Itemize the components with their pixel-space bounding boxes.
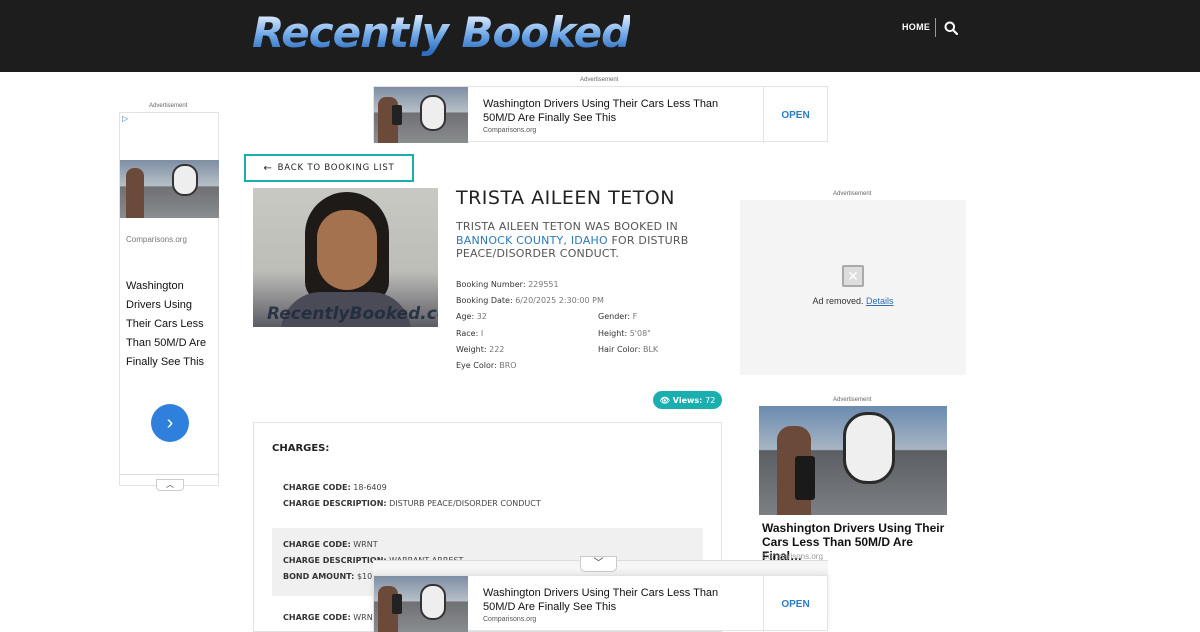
top-navigation-bar: Recently Booked HOME — [0, 0, 1200, 72]
race: Race: I — [456, 329, 484, 338]
ad-open-button[interactable]: OPEN — [763, 576, 827, 632]
booking-date: Booking Date: 6/20/2025 2:30:00 PM — [456, 296, 604, 305]
ad-title[interactable]: Washington Drivers Using Their Cars Less… — [126, 277, 218, 372]
ad-label-right-2: Advertisement — [833, 397, 872, 403]
eye-color: Eye Color: BRO — [456, 361, 517, 370]
back-to-booking-list-button[interactable]: ← BACK TO BOOKING LIST — [244, 154, 414, 182]
adchoices-icon[interactable]: ▷ — [122, 114, 128, 123]
chevron-up-icon[interactable]: ︿ — [156, 479, 184, 491]
ad-label-top: Advertisement — [580, 77, 619, 83]
site-logo[interactable]: Recently Booked — [252, 8, 631, 57]
ad-details-link[interactable]: Details — [866, 296, 894, 306]
charges-title: CHARGES: — [272, 443, 330, 454]
charge-item: CHARGE CODE: 18-6409 CHARGE DESCRIPTION:… — [283, 483, 541, 508]
nav-home-link[interactable]: HOME — [902, 22, 930, 32]
arrow-left-icon: ← — [263, 162, 273, 174]
nav-divider — [935, 18, 936, 37]
ad-sidebar-right[interactable]: Washington Drivers Using Their Cars Less… — [759, 406, 947, 563]
ad-thumbnail[interactable] — [374, 576, 468, 632]
ad-thumbnail[interactable] — [374, 87, 468, 143]
eye-icon: 👁 — [659, 395, 670, 405]
ad-banner-top[interactable]: Washington Drivers Using Their Cars Less… — [373, 86, 828, 143]
views-label: Views: — [672, 395, 703, 405]
mugshot-watermark: RecentlyBooked.com — [267, 304, 438, 324]
gender: Gender: F — [598, 312, 638, 321]
ad-removed-text: Ad removed. Details — [812, 296, 894, 306]
ad-label-right: Advertisement — [833, 191, 872, 197]
chevron-down-icon[interactable]: ﹀ — [580, 556, 617, 572]
ad-banner-bottom[interactable]: Washington Drivers Using Their Cars Less… — [373, 575, 828, 632]
chevron-right-icon[interactable]: › — [151, 404, 189, 442]
back-button-label: BACK TO BOOKING LIST — [277, 163, 395, 173]
county-link[interactable]: BANNOCK COUNTY, IDAHO — [456, 234, 608, 247]
ad-source: Comparisons.org — [483, 127, 537, 134]
booking-number: Booking Number: 229551 — [456, 280, 559, 289]
ad-source: Comparisons.org — [126, 235, 187, 244]
ad-image[interactable] — [120, 160, 219, 218]
booking-summary: TRISTA AILEEN TETON WAS BOOKED IN BANNOC… — [456, 220, 731, 261]
ad-title[interactable]: Washington Drivers Using Their Cars Less… — [483, 586, 753, 614]
views-count: 72 — [705, 395, 716, 405]
ad-sidebar-left[interactable]: ▷ Comparisons.org Washington Drivers Usi… — [119, 112, 219, 491]
ad-title[interactable]: Washington Drivers Using Their Cars Less… — [483, 97, 753, 125]
weight: Weight: 222 — [456, 345, 505, 354]
ad-divider — [120, 474, 219, 475]
inmate-name: TRISTA AILEEN TETON — [456, 187, 675, 209]
ad-image[interactable] — [759, 406, 947, 515]
views-badge: 👁 Views: 72 — [653, 391, 722, 409]
broken-image-icon: ✕ — [842, 265, 864, 287]
age: Age: 32 — [456, 312, 487, 321]
ad-open-button[interactable]: OPEN — [763, 87, 827, 143]
search-icon[interactable] — [944, 21, 958, 35]
ad-removed-box: ✕ Ad removed. Details — [740, 200, 966, 375]
ad-label-left: Advertisement — [149, 103, 188, 109]
height: Height: 5'08" — [598, 329, 651, 338]
hair-color: Hair Color: BLK — [598, 345, 659, 354]
mugshot-photo: RecentlyBooked.com — [253, 188, 438, 327]
summary-prefix: TRISTA AILEEN TETON WAS BOOKED IN — [456, 220, 678, 233]
